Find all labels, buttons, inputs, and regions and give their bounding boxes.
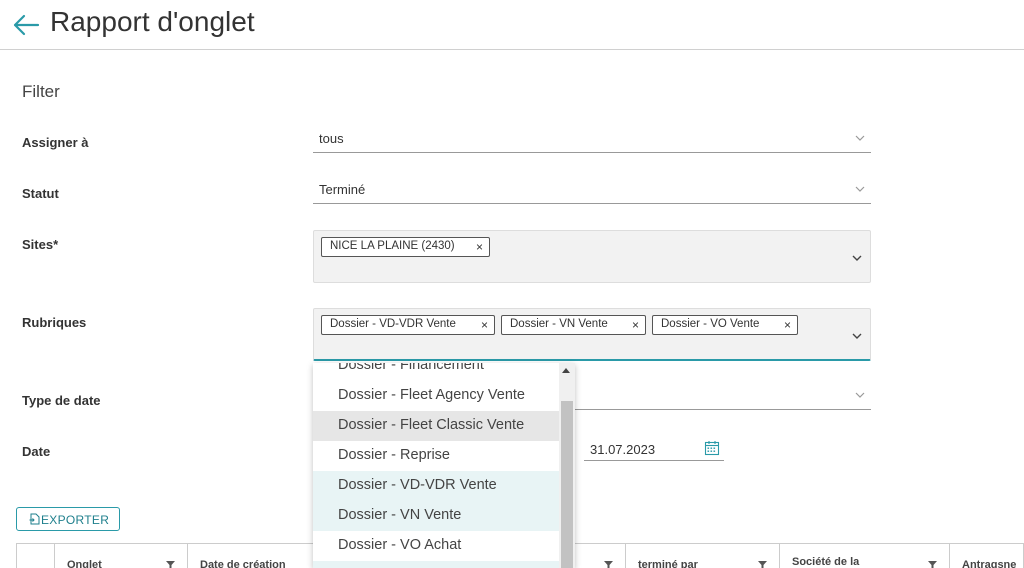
assigner-select[interactable]: tous <box>313 129 871 153</box>
dropdown-option[interactable]: Dossier - Fleet Agency Vente <box>313 381 559 411</box>
statut-label: Statut <box>22 186 59 201</box>
type-de-date-label: Type de date <box>22 393 101 408</box>
grid-column-onglet[interactable]: Onglet <box>55 544 188 568</box>
grid-select-column[interactable] <box>17 544 55 568</box>
statut-value: Terminé <box>319 182 366 197</box>
statut-select[interactable]: Terminé <box>313 180 871 204</box>
chip-remove-icon[interactable]: × <box>632 318 639 332</box>
filter-icon[interactable] <box>928 561 937 568</box>
rubriques-multiselect[interactable]: Dossier - VD-VDR Vente × Dossier - VN Ve… <box>313 308 871 361</box>
chip-remove-icon[interactable]: × <box>481 318 488 332</box>
chevron-down-icon <box>855 135 865 141</box>
dropdown-option-selected[interactable]: Dossier - VN Vente <box>313 501 559 531</box>
chevron-down-icon <box>855 186 865 192</box>
date-to-input[interactable]: 31.07.2023 <box>584 438 724 461</box>
chip-remove-icon[interactable]: × <box>476 240 483 254</box>
page-header: Rapport d'onglet <box>0 0 1024 50</box>
rubrique-chip: Dossier - VO Vente × <box>652 315 798 335</box>
date-label: Date <box>22 444 51 459</box>
export-button-label: EXPORTER <box>41 513 110 527</box>
filter-section-title: Filter <box>22 82 60 101</box>
export-button[interactable]: EXPORTER <box>16 507 120 531</box>
dropdown-option[interactable]: Dossier - VO Achat <box>313 531 559 561</box>
dropdown-option[interactable]: Dossier - Fleet Classic Vente <box>313 411 559 441</box>
grid-column-societe[interactable]: Société de la <box>780 544 950 568</box>
filter-icon[interactable] <box>166 561 175 568</box>
chevron-down-icon <box>852 255 862 261</box>
grid-column-termine-par[interactable]: terminé par <box>626 544 780 568</box>
dropdown-option[interactable]: Dossier - Reprise <box>313 441 559 471</box>
rubrique-chip: Dossier - VD-VDR Vente × <box>321 315 495 335</box>
export-file-icon <box>29 513 40 525</box>
sites-label: Sites* <box>22 237 59 252</box>
dropdown-scrollbar[interactable] <box>559 363 575 568</box>
assigner-value: tous <box>319 131 344 146</box>
dropdown-option-selected[interactable]: Dossier - VD-VDR Vente <box>313 471 559 501</box>
dropdown-option[interactable]: Dossier - Financement <box>313 363 559 381</box>
chevron-down-icon <box>855 392 865 398</box>
chip-remove-icon[interactable]: × <box>784 318 791 332</box>
assigner-label: Assigner à <box>22 135 89 150</box>
back-arrow-icon[interactable] <box>12 12 40 38</box>
scroll-up-arrow-icon[interactable] <box>562 368 570 373</box>
rubriques-label: Rubriques <box>22 315 87 330</box>
dropdown-option-selected[interactable] <box>313 561 559 568</box>
filter-icon[interactable] <box>758 561 767 568</box>
rubrique-chip: Dossier - VN Vente × <box>501 315 646 335</box>
date-to-value: 31.07.2023 <box>590 442 656 457</box>
chevron-down-icon <box>852 333 862 339</box>
rubriques-dropdown-list[interactable]: Dossier - Financement Dossier - Fleet Ag… <box>313 363 575 568</box>
page-title: Rapport d'onglet <box>50 6 255 37</box>
filter-icon[interactable] <box>604 561 613 568</box>
calendar-icon[interactable] <box>704 440 720 456</box>
grid-column-antragsnehmer[interactable]: Antragsne <box>950 544 1024 568</box>
sites-chip: NICE LA PLAINE (2430) × <box>321 237 490 257</box>
scrollbar-thumb[interactable] <box>561 401 573 568</box>
sites-multiselect[interactable]: NICE LA PLAINE (2430) × <box>313 230 871 283</box>
